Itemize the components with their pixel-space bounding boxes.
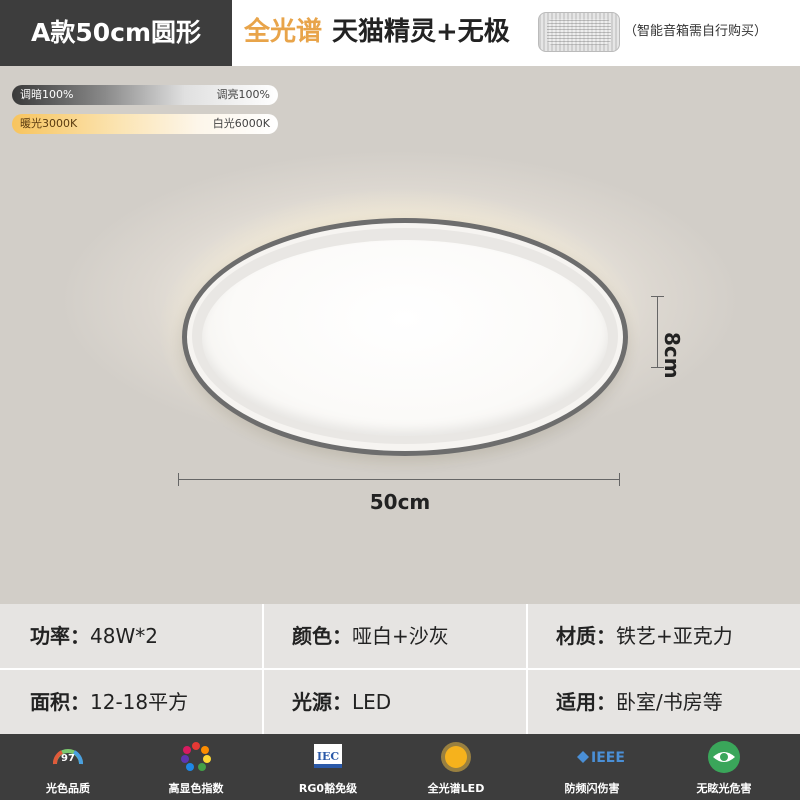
spec-light-source: 光源：LED	[292, 670, 391, 734]
spec-label: 颜色：	[292, 624, 352, 648]
color-wheel-icon	[181, 742, 211, 771]
feature-main: 天猫精灵+无极	[332, 17, 510, 47]
feature-color-rendering: 高显色指数	[136, 734, 256, 800]
dimming-max-label: 调亮100%	[216, 88, 270, 101]
spec-value: 12-18平方	[90, 690, 189, 714]
feature-label: 全光谱LED	[427, 782, 485, 795]
iec-badge: IEC	[317, 750, 340, 763]
warm-light-label: 暖光3000K	[20, 117, 78, 130]
feature-accent: 全光谱	[244, 17, 323, 47]
feature-label: RG0豁免级	[298, 782, 358, 795]
feature-note: （智能音箱需自行购买）	[624, 24, 768, 39]
feature-label: 高显色指数	[168, 782, 224, 795]
spec-value: LED	[352, 690, 392, 714]
cri-97-icon: 97	[53, 749, 83, 765]
spec-material: 材质：铁艺+亚克力	[556, 604, 733, 668]
feature-glare: 无眩光危害	[664, 734, 784, 800]
height-dimension-line	[651, 296, 664, 368]
sun-icon	[441, 742, 471, 772]
feature-label: 无眩光危害	[696, 782, 752, 795]
dimming-slider: 调暗100% 调亮100%	[12, 85, 278, 105]
white-light-label: 白光6000K	[212, 117, 270, 130]
spec-table: 功率：48W*2 颜色：哑白+沙灰 材质：铁艺+亚克力 面积：12-18平方 光…	[0, 604, 800, 734]
spec-value: 哑白+沙灰	[352, 624, 449, 648]
feature-label: 光色品质	[46, 782, 90, 795]
spec-label: 光源：	[292, 690, 352, 714]
feature-label: 防频闪伤害	[564, 782, 620, 795]
width-dimension-line	[178, 473, 620, 486]
width-label: 50cm	[369, 490, 431, 514]
iec-logo-icon: IEC	[314, 744, 342, 768]
feature-icon-bar: 97 光色品质 高显色指数 IEC RG0豁免级 全光谱LED IEEE 防频闪…	[0, 734, 800, 800]
spec-label: 功率：	[30, 624, 90, 648]
header-bar: A款50cm圆形 全光谱 天猫精灵+无极 （智能音箱需自行购买）	[0, 0, 800, 66]
feature-banner: 全光谱 天猫精灵+无极 （智能音箱需自行购买）	[232, 0, 800, 66]
spec-area: 面积：12-18平方	[30, 670, 188, 734]
color-temp-slider: 暖光3000K 白光6000K	[12, 114, 278, 134]
feature-flicker: IEEE 防频闪伤害	[532, 734, 652, 800]
feature-full-spectrum: 全光谱LED	[396, 734, 516, 800]
spec-value: 48W*2	[90, 624, 158, 648]
feature-rg0: IEC RG0豁免级	[268, 734, 388, 800]
spec-label: 材质：	[556, 624, 616, 648]
model-tag: A款50cm圆形	[0, 0, 232, 66]
smart-speaker-image	[538, 12, 620, 52]
dimming-min-label: 调暗100%	[20, 88, 74, 101]
height-label: 8cm	[660, 332, 684, 379]
spec-label: 面积：	[30, 690, 90, 714]
feature-cri: 97 光色品质	[8, 734, 128, 800]
ieee-logo-icon: IEEE	[577, 750, 624, 766]
cri-badge: 97	[61, 753, 75, 764]
ieee-badge: IEEE	[591, 750, 624, 766]
spec-col-divider	[526, 604, 528, 734]
eye-icon	[708, 741, 740, 773]
spec-value: 卧室/书房等	[616, 690, 723, 714]
spec-col-divider	[262, 604, 264, 734]
spec-label: 适用：	[556, 690, 616, 714]
lamp-diffuser	[202, 240, 608, 436]
spec-value: 铁艺+亚克力	[616, 624, 733, 648]
spec-usage: 适用：卧室/书房等	[556, 670, 723, 734]
spec-power: 功率：48W*2	[30, 604, 158, 668]
spec-color: 颜色：哑白+沙灰	[292, 604, 449, 668]
